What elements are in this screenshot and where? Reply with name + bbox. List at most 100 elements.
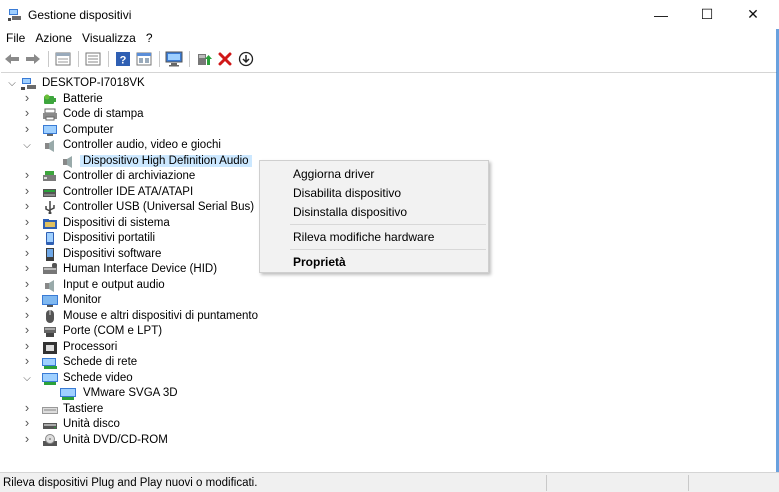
- chevron-right-icon[interactable]: ›: [22, 246, 32, 259]
- tree-item-label: Batterie: [63, 92, 103, 105]
- chevron-right-icon[interactable]: ›: [22, 354, 32, 367]
- menu-file[interactable]: File: [0, 31, 30, 45]
- display-adapter-icon: [60, 388, 76, 400]
- chevron-right-icon[interactable]: ›: [22, 184, 32, 197]
- chevron-down-icon[interactable]: ⌵: [22, 373, 32, 384]
- forward-arrow-icon[interactable]: [24, 50, 42, 68]
- minimize-button[interactable]: —: [638, 0, 684, 29]
- tree-item-label: Processori: [63, 340, 118, 353]
- portable-device-icon: [46, 232, 54, 245]
- chevron-right-icon[interactable]: ›: [22, 199, 32, 212]
- menu-bar: File Azione Visualizza ?: [0, 29, 779, 47]
- tree-category-row[interactable]: › Monitor: [1, 292, 771, 309]
- close-button[interactable]: ✕: [730, 0, 776, 29]
- chevron-right-icon[interactable]: ›: [22, 168, 32, 181]
- tree-item-label: Monitor: [63, 294, 102, 306]
- menu-item-rileva-modifiche-hardware[interactable]: Rileva modifiche hardware: [293, 230, 434, 244]
- toolbar-separator: [108, 51, 109, 67]
- tree-item-label: Controller USB (Universal Serial Bus): [63, 201, 255, 213]
- chevron-down-icon[interactable]: ⌵: [7, 79, 17, 89]
- menu-azione[interactable]: Azione: [30, 31, 77, 45]
- dvd-drive-icon: [43, 433, 57, 446]
- chevron-right-icon[interactable]: ›: [22, 215, 32, 228]
- mouse-icon: [46, 309, 54, 323]
- menu-help[interactable]: ?: [141, 31, 158, 45]
- chevron-down-icon[interactable]: ⌵: [22, 141, 32, 151]
- chevron-right-icon[interactable]: ›: [22, 106, 32, 119]
- tree-item-label: Dispositivo High Definition Audio: [80, 154, 252, 167]
- tree-item-label: Mouse e altri dispositivi di puntamento: [63, 309, 258, 322]
- tree-item-label: Dispositivi software: [63, 247, 162, 260]
- tree-category-row[interactable]: › Batterie: [1, 91, 771, 108]
- storage-controller-icon: [43, 171, 56, 181]
- menu-visualizza[interactable]: Visualizza: [77, 31, 141, 45]
- toolbar-separator: [48, 51, 49, 67]
- help-icon[interactable]: ?: [114, 50, 132, 68]
- chevron-right-icon[interactable]: ›: [22, 91, 32, 104]
- properties-grid-icon[interactable]: [54, 50, 72, 68]
- toolbar-separator: [159, 51, 160, 67]
- menu-item-proprieta[interactable]: Proprietà: [293, 255, 346, 269]
- status-divider: [546, 475, 547, 491]
- tree-category-row[interactable]: › Porte (COM e LPT): [1, 323, 771, 340]
- tree-category-row[interactable]: › Mouse e altri dispositivi di puntamento: [1, 308, 771, 325]
- monitor-scan-icon[interactable]: [165, 50, 183, 68]
- toolbar-separator: [78, 51, 79, 67]
- tree-item-label: Dispositivi portatili: [63, 232, 156, 244]
- tree-category-row[interactable]: › Unità DVD/CD-ROM: [1, 432, 771, 449]
- tree-item-label: Computer: [63, 123, 114, 136]
- chevron-right-icon[interactable]: ›: [22, 339, 32, 352]
- tree-category-row[interactable]: › Unità disco: [1, 416, 771, 433]
- chevron-right-icon[interactable]: ›: [22, 308, 32, 321]
- tree-item-label: Code di stampa: [63, 108, 144, 120]
- svg-text:?: ?: [120, 55, 127, 67]
- minimize-icon: —: [654, 6, 668, 23]
- software-device-icon: [46, 247, 54, 261]
- menu-item-disabilita-dispositivo[interactable]: Disabilita dispositivo: [293, 186, 401, 200]
- tree-item-label: Tastiere: [63, 402, 104, 415]
- tree-device-row[interactable]: VMware SVGA 3D: [1, 386, 771, 402]
- chevron-right-icon[interactable]: ›: [22, 261, 32, 274]
- tree-item-label: Schede video: [63, 371, 133, 384]
- resources-icon[interactable]: [135, 50, 153, 68]
- chevron-right-icon[interactable]: ›: [22, 292, 32, 305]
- processor-icon: [43, 341, 57, 354]
- download-circle-icon[interactable]: [237, 50, 255, 68]
- ide-controller-icon: [43, 188, 56, 197]
- audio-io-icon: [45, 279, 54, 292]
- tree-category-row[interactable]: › Processori: [1, 339, 771, 356]
- chevron-right-icon[interactable]: ›: [22, 323, 32, 336]
- menu-item-aggiorna-driver[interactable]: Aggiorna driver: [293, 167, 374, 181]
- speaker-icon: [45, 140, 54, 152]
- battery-icon: [44, 94, 56, 104]
- speaker-icon: [63, 155, 72, 168]
- tree-category-row[interactable]: › Computer: [1, 122, 771, 139]
- chevron-right-icon[interactable]: ›: [22, 230, 32, 243]
- maximize-button[interactable]: ☐: [684, 0, 730, 29]
- tree-item-label: Human Interface Device (HID): [63, 263, 218, 275]
- menu-item-disinstalla-dispositivo[interactable]: Disinstalla dispositivo: [293, 205, 407, 219]
- tree-category-row[interactable]: ⌵ Schede video: [1, 371, 771, 387]
- chevron-right-icon[interactable]: ›: [22, 401, 32, 414]
- tree-category-row[interactable]: › Code di stampa: [1, 106, 771, 123]
- keyboard-icon: [42, 406, 58, 414]
- chevron-right-icon[interactable]: ›: [22, 277, 32, 290]
- uninstall-x-icon[interactable]: [216, 50, 234, 68]
- network-adapter-icon: [42, 358, 57, 369]
- disk-drive-icon: [43, 423, 57, 429]
- chevron-right-icon[interactable]: ›: [22, 416, 32, 429]
- toolbar: ?: [0, 47, 779, 71]
- back-arrow-icon[interactable]: [3, 50, 21, 68]
- system-folder-icon: [43, 218, 57, 229]
- update-driver-icon[interactable]: [195, 50, 213, 68]
- tree-category-row[interactable]: › Input e output audio: [1, 277, 771, 294]
- chevron-right-icon[interactable]: ›: [22, 122, 32, 135]
- device-manager-icon: [8, 9, 21, 21]
- view-list-icon[interactable]: [84, 50, 102, 68]
- menu-separator: [290, 224, 486, 225]
- chevron-right-icon[interactable]: ›: [22, 432, 32, 445]
- tree-category-row[interactable]: › Tastiere: [1, 401, 771, 418]
- tree-category-row[interactable]: ⌵ Controller audio, video e giochi: [1, 138, 771, 154]
- tree-category-row[interactable]: › Schede di rete: [1, 354, 771, 371]
- printer-queue-icon: [43, 108, 57, 121]
